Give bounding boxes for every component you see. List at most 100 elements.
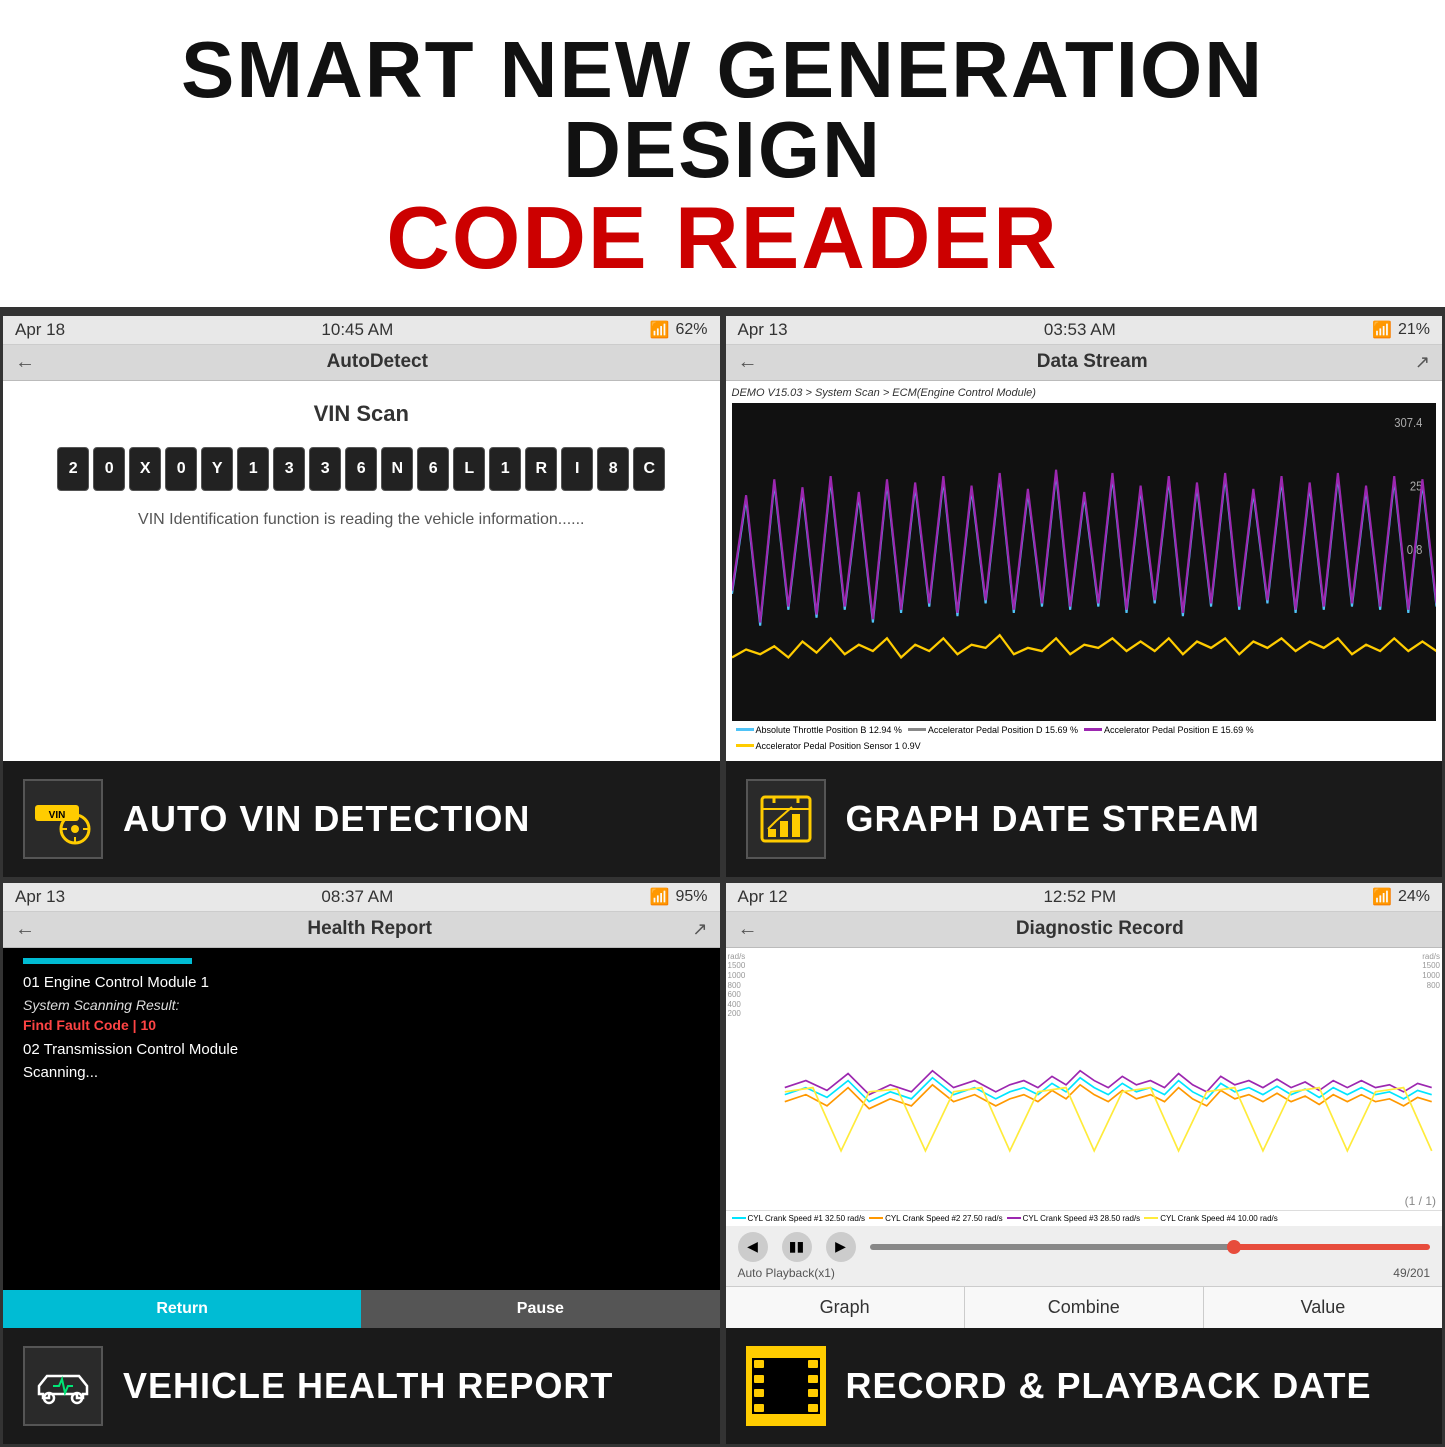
health-scanning: Scanning... <box>23 1064 700 1081</box>
graph-icon-box <box>746 779 826 859</box>
diag-playback-count: 49/201 <box>1393 1266 1430 1280</box>
vin-char: N <box>381 447 413 491</box>
diag-tab-graph[interactable]: Graph <box>726 1287 965 1328</box>
diag-pause-button[interactable]: ▮▮ <box>782 1232 812 1262</box>
graph-back-button[interactable]: ← <box>738 351 758 374</box>
record-wifi-icon: 📶 <box>1372 887 1392 907</box>
vin-description: VIN Identification function is reading t… <box>33 511 690 529</box>
diag-progress-slider[interactable] <box>870 1244 1431 1250</box>
diag-legend: CYL Crank Speed #1 32.50 rad/s CYL Crank… <box>726 1210 1443 1226</box>
health-return-button[interactable]: Return <box>3 1290 361 1328</box>
vin-char: 1 <box>489 447 521 491</box>
health-pause-button[interactable]: Pause <box>361 1290 719 1328</box>
diag-graph-area: rad/s15001000800600400200 rad/s150010008… <box>726 948 1443 1210</box>
graph-chart-area: 307.4 25 0.8 <box>732 403 1437 721</box>
graph-status-bar: Apr 13 03:53 AM 📶 21% <box>726 316 1443 345</box>
vin-status-icons: 📶 62% <box>650 320 708 340</box>
record-panel: Apr 12 12:52 PM 📶 24% ← Diagnostic Recor… <box>723 880 1445 1447</box>
health-icon <box>31 1354 95 1418</box>
diag-legend-3: CYL Crank Speed #3 28.50 rad/s <box>1007 1214 1141 1223</box>
graph-label-text: Graph date stream <box>846 798 1260 840</box>
record-nav-bar: ← Diagnostic Record <box>726 912 1443 948</box>
legend-accel-d: Accelerator Pedal Position D 15.69 % <box>908 725 1078 735</box>
record-back-button[interactable]: ← <box>738 918 758 941</box>
vin-char: C <box>633 447 665 491</box>
record-status-date: Apr 12 <box>738 887 788 907</box>
vin-char: 3 <box>273 447 305 491</box>
vin-char: 1 <box>237 447 269 491</box>
record-status-bar: Apr 12 12:52 PM 📶 24% <box>726 883 1443 912</box>
diag-legend-4: CYL Crank Speed #4 10.00 rad/s <box>1144 1214 1278 1223</box>
health-back-button[interactable]: ← <box>15 918 35 941</box>
graph-nav-title: Data Stream <box>770 351 1415 373</box>
vin-char: 2 <box>57 447 89 491</box>
health-icon-box <box>23 1346 103 1426</box>
graph-icon <box>754 787 818 851</box>
graph-nav-bar: ← Data Stream ↗ <box>726 345 1443 381</box>
health-export-icon[interactable]: ↗ <box>692 919 707 940</box>
vin-char: I <box>561 447 593 491</box>
header-title-line1: SMART NEW GENERATION DESIGN <box>20 30 1425 190</box>
diag-playback-bar: ◀ ▮▮ ▶ Auto Playback(x1) 49/201 <box>726 1226 1443 1286</box>
vin-nav-bar: ← AutoDetect <box>3 345 720 381</box>
record-screen: rad/s15001000800600400200 rad/s150010008… <box>726 948 1443 1328</box>
vin-char: 6 <box>345 447 377 491</box>
graph-label-bar: Graph date stream <box>726 761 1443 877</box>
vin-char: X <box>129 447 161 491</box>
record-nav-title: Diagnostic Record <box>770 918 1431 940</box>
diag-tab-combine[interactable]: Combine <box>965 1287 1204 1328</box>
health-screen-wrapper: 01 Engine Control Module 1 System Scanni… <box>3 948 720 1328</box>
legend-accel-e: Accelerator Pedal Position E 15.69 % <box>1084 725 1254 735</box>
vin-screen: VIN Scan 20X0Y1336N6L1RI8C VIN Identific… <box>3 381 720 761</box>
health-status-time: 08:37 AM <box>321 887 393 907</box>
diag-svg <box>756 954 1443 1179</box>
record-status-time: 12:52 PM <box>1043 887 1116 907</box>
health-fault-code: Find Fault Code | 10 <box>23 1017 700 1033</box>
vin-char: R <box>525 447 557 491</box>
page-container: SMART NEW GENERATION DESIGN CODE READER … <box>0 0 1445 1445</box>
graph-status-time: 03:53 AM <box>1044 320 1116 340</box>
graph-battery-icon: 21% <box>1398 321 1430 339</box>
diag-playback-label: Auto Playback(x1) <box>738 1266 835 1280</box>
vin-status-bar: Apr 18 10:45 AM 📶 62% <box>3 316 720 345</box>
health-wifi-icon: 📶 <box>650 887 670 907</box>
graph-legend: Absolute Throttle Position B 12.94 % Acc… <box>732 721 1437 755</box>
vin-back-button[interactable]: ← <box>15 351 35 374</box>
diag-page-count: (1 / 1) <box>1405 1194 1436 1208</box>
diag-tab-value[interactable]: Value <box>1204 1287 1442 1328</box>
diag-next-button[interactable]: ▶ <box>826 1232 856 1262</box>
graph-export-icon[interactable]: ↗ <box>1415 352 1430 373</box>
diag-prev-button[interactable]: ◀ <box>738 1232 768 1262</box>
header: SMART NEW GENERATION DESIGN CODE READER <box>0 0 1445 307</box>
health-status-icons: 📶 95% <box>650 887 708 907</box>
health-module1: 01 Engine Control Module 1 <box>23 974 700 991</box>
vin-display: 20X0Y1336N6L1RI8C <box>33 447 690 491</box>
vin-icon-box: VIN <box>23 779 103 859</box>
vin-nav-title: AutoDetect <box>47 351 708 373</box>
diag-y-label-left: rad/s15001000800600400200 <box>728 952 746 1019</box>
vin-char: L <box>453 447 485 491</box>
graph-wifi-icon: 📶 <box>1372 320 1392 340</box>
health-nav-bar: ← Health Report ↗ <box>3 912 720 948</box>
health-status-bar: Apr 13 08:37 AM 📶 95% <box>3 883 720 912</box>
graph-status-date: Apr 13 <box>738 320 788 340</box>
vin-char: Y <box>201 447 233 491</box>
health-screen: 01 Engine Control Module 1 System Scanni… <box>3 948 720 1097</box>
graph-panel: Apr 13 03:53 AM 📶 21% ← Data Stream ↗ DE… <box>723 313 1445 880</box>
film-right <box>806 1358 820 1414</box>
health-label-bar: Vehicle health report <box>3 1328 720 1444</box>
health-nav-title: Health Report <box>47 918 692 940</box>
play-icon <box>769 1366 803 1406</box>
record-status-icons: 📶 24% <box>1372 887 1430 907</box>
diag-controls: ◀ ▮▮ ▶ <box>738 1232 1431 1262</box>
health-panel: Apr 13 08:37 AM 📶 95% ← Health Report ↗ … <box>0 880 723 1447</box>
feature-grid: Apr 18 10:45 AM 📶 62% ← AutoDetect VIN S… <box>0 307 1445 1447</box>
diag-tab-row: Graph Combine Value <box>726 1286 1443 1328</box>
record-icon-box <box>746 1346 826 1426</box>
legend-accel-sensor: Accelerator Pedal Position Sensor 1 0.9V <box>736 741 921 751</box>
health-button-row: Return Pause <box>3 1290 720 1328</box>
vin-panel: Apr 18 10:45 AM 📶 62% ← AutoDetect VIN S… <box>0 313 723 880</box>
vin-char: 6 <box>417 447 449 491</box>
vin-wifi-icon: 📶 <box>650 320 670 340</box>
health-label-text: Vehicle health report <box>123 1365 613 1407</box>
